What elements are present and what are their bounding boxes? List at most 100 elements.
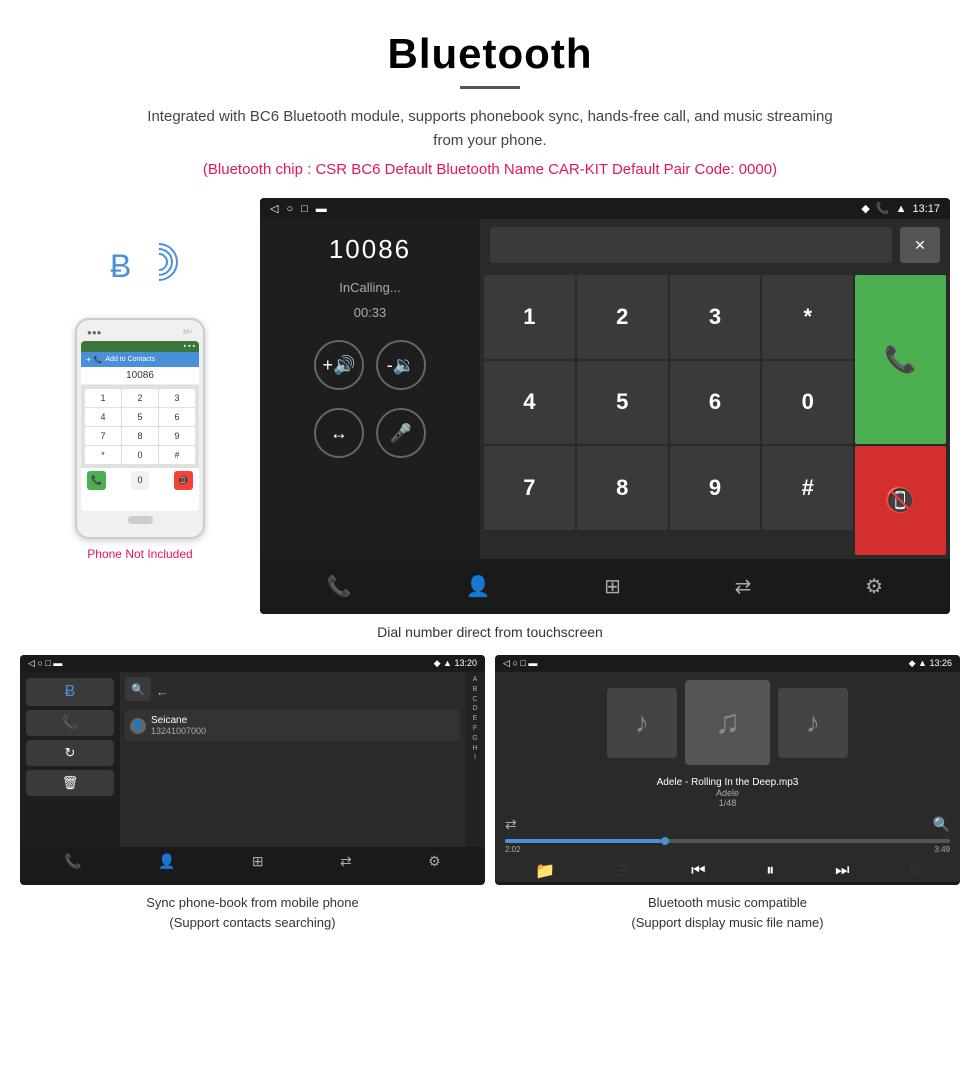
pb-bluetooth-icon-btn[interactable]: Ƀ: [26, 678, 114, 706]
music-equalizer-icon[interactable]: ≡: [910, 862, 919, 880]
pb-refresh-icon-btn[interactable]: ↻: [26, 740, 114, 766]
green-call-button[interactable]: 📞: [855, 275, 946, 444]
music-song-title: Adele - Rolling In the Deep.mp3: [499, 777, 956, 788]
key-0[interactable]: 0: [762, 361, 853, 445]
key-2[interactable]: 2: [577, 275, 668, 359]
alpha-f[interactable]: F: [473, 724, 477, 734]
alpha-c[interactable]: C: [472, 695, 477, 705]
pb-home-nav-icon[interactable]: ○: [37, 658, 42, 668]
music-folder-icon[interactable]: 📁: [535, 861, 555, 881]
bottom-contacts-icon[interactable]: 👤: [451, 569, 506, 604]
bottom-dialpad-icon[interactable]: ⊞: [589, 569, 636, 604]
music-recents-nav-icon[interactable]: □: [520, 658, 525, 668]
bottom-settings-icon[interactable]: ⚙: [850, 569, 898, 604]
key-6[interactable]: 6: [670, 361, 761, 445]
call-controls: +🔊 -🔉: [314, 340, 426, 390]
android-status-icons: ◆ 📞 ▲ 13:17: [861, 202, 940, 215]
phone-key-2: 2: [122, 389, 158, 407]
pb-delete-icon-btn[interactable]: 🗑: [26, 770, 114, 796]
key-5[interactable]: 5: [577, 361, 668, 445]
alpha-b[interactable]: B: [473, 685, 478, 695]
pb-search-icon: 🔍: [131, 683, 145, 696]
volume-down-button[interactable]: -🔉: [376, 340, 426, 390]
phone-end-button[interactable]: 📵: [174, 471, 193, 490]
music-home-nav-icon[interactable]: ○: [512, 658, 517, 668]
progress-dot[interactable]: [661, 837, 669, 845]
phonebook-left-panel: Ƀ 📞 ↻ 🗑: [20, 672, 120, 847]
recents-icon[interactable]: □: [301, 203, 308, 215]
contact-info: Seicane 13241007000: [151, 715, 206, 736]
phone-key-4: 4: [85, 408, 121, 426]
pb-bot-contacts-icon[interactable]: 👤: [158, 853, 175, 870]
key-hash[interactable]: #: [762, 446, 853, 530]
phonebook-screen: ◁ ○ □ ▬ ◆ ▲ 13:20 Ƀ: [20, 655, 485, 885]
bluetooth-icon-area: Ƀ: [100, 238, 180, 308]
phonebook-contact-item[interactable]: 👤 Seicane 13241007000: [125, 710, 460, 741]
key-9[interactable]: 9: [670, 446, 761, 530]
pb-bot-calls-icon[interactable]: 📞: [64, 853, 81, 870]
home-icon[interactable]: ○: [286, 203, 293, 215]
back-icon[interactable]: ◁: [270, 202, 278, 215]
volume-up-button[interactable]: +🔊: [314, 340, 364, 390]
mute-button[interactable]: 🎤: [376, 408, 426, 458]
call-controls-2: ↔ 🎤: [314, 408, 426, 458]
phone-key-8: 8: [122, 427, 158, 445]
bluetooth-symbol-icon: Ƀ: [110, 248, 131, 285]
music-back-nav-icon[interactable]: ◁: [503, 658, 510, 668]
alpha-a[interactable]: A: [473, 675, 478, 685]
phone-side: Ƀ ●●● M+ ▪ ▪ ▪ +📞 Add to Contacts: [30, 198, 250, 561]
music-play-pause-icon[interactable]: ⏸: [766, 862, 774, 880]
pb-bot-transfer-icon[interactable]: ⇄: [340, 853, 352, 870]
phonebook-status-bar: ◁ ○ □ ▬ ◆ ▲ 13:20: [20, 655, 485, 672]
phone-call-button[interactable]: 📞: [87, 471, 106, 490]
phonebook-caption-line1: Sync phone-book from mobile phone: [146, 893, 358, 913]
music-prev-track-icon[interactable]: ⏮: [691, 862, 705, 880]
pb-call-icon-btn[interactable]: 📞: [26, 710, 114, 736]
alpha-e[interactable]: E: [473, 714, 478, 724]
alpha-g[interactable]: G: [472, 734, 477, 744]
location-icon: ◆: [861, 202, 869, 215]
pb-bot-settings-icon[interactable]: ⚙: [428, 853, 441, 870]
bottom-transfer-icon[interactable]: ⇄: [720, 569, 767, 604]
pb-menu-nav-icon[interactable]: ▬: [53, 658, 62, 668]
music-playback-controls: 📁 ☰ ⏮ ⏸ ⏭ ≡: [495, 856, 960, 885]
pb-back-nav-icon[interactable]: ◁: [28, 658, 35, 668]
music-shuffle-icon[interactable]: ⇄: [505, 816, 517, 833]
volume-down-icon: -🔉: [387, 355, 415, 376]
dialer-input-row: ✕: [480, 219, 950, 271]
music-albums-row: ♪ ♫ ♪: [495, 672, 960, 773]
smartphone-mockup: ●●● M+ ▪ ▪ ▪ +📞 Add to Contacts 10086 1 …: [75, 318, 205, 539]
dialer-input-field[interactable]: [490, 227, 892, 263]
music-info: Adele - Rolling In the Deep.mp3 Adele 1/…: [495, 773, 960, 812]
phonebook-caption-line2: (Support contacts searching): [146, 913, 358, 933]
bottom-calls-icon[interactable]: 📞: [312, 569, 367, 604]
music-progress-section: 2:02 3:49: [495, 837, 960, 856]
alpha-d[interactable]: D: [472, 704, 477, 714]
alpha-i[interactable]: I: [474, 753, 476, 763]
bottom-section: ◁ ○ □ ▬ ◆ ▲ 13:20 Ƀ: [0, 655, 980, 952]
key-star[interactable]: *: [762, 275, 853, 359]
music-search-icon[interactable]: 🔍: [933, 816, 950, 833]
alpha-h[interactable]: H: [472, 744, 477, 754]
pb-recents-nav-icon[interactable]: □: [45, 658, 50, 668]
pb-search-bar[interactable]: 🔍: [125, 677, 151, 701]
key-8[interactable]: 8: [577, 446, 668, 530]
android-call-info-panel: 10086 InCalling... 00:33 +🔊 -🔉 ↔: [260, 219, 480, 559]
menu-icon[interactable]: ▬: [316, 203, 327, 215]
key-3[interactable]: 3: [670, 275, 761, 359]
red-end-button[interactable]: 📵: [855, 446, 946, 555]
phone-home-button[interactable]: [128, 516, 153, 524]
pb-nav-icons: ◁ ○ □ ▬: [28, 658, 62, 669]
progress-bar-fill: [505, 839, 661, 843]
key-1[interactable]: 1: [484, 275, 575, 359]
transfer-button[interactable]: ↔: [314, 408, 364, 458]
key-7[interactable]: 7: [484, 446, 575, 530]
music-menu-nav-icon[interactable]: ▬: [528, 658, 537, 668]
pb-bot-dialpad-icon[interactable]: ⊞: [252, 853, 264, 870]
backspace-button[interactable]: ✕: [900, 227, 940, 263]
music-next-track-icon[interactable]: ⏭: [835, 862, 849, 880]
key-4[interactable]: 4: [484, 361, 575, 445]
music-list-icon[interactable]: ☰: [616, 861, 630, 881]
pb-back-arrow-icon[interactable]: ←: [156, 684, 169, 699]
phone-key-hash: #: [159, 446, 195, 464]
